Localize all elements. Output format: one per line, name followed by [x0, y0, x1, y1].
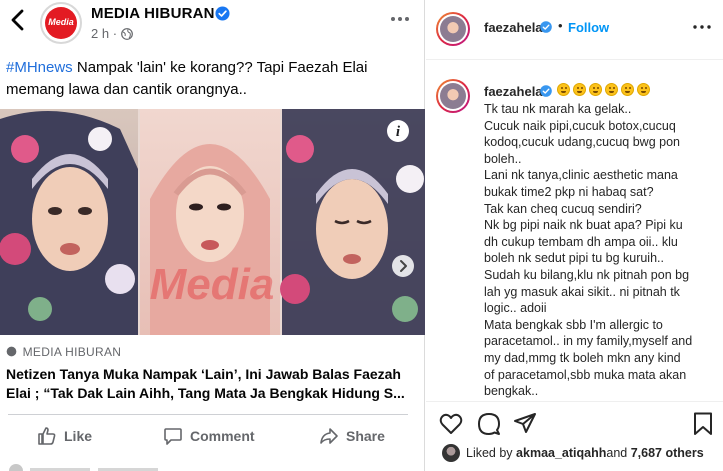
link-source-label: MEDIA HIBURAN: [22, 345, 122, 359]
globe-icon: [121, 28, 133, 40]
likes-count[interactable]: 7,687 others: [631, 446, 704, 460]
caption-line: Tak kan cheq cucuq sendiri?: [484, 201, 642, 216]
post-time[interactable]: 2 h ·: [91, 26, 117, 41]
laughing-emoji-icon: [589, 83, 602, 96]
link-preview-image[interactable]: Media: [0, 109, 425, 335]
caption-line: Sudah ku bilang,klu nk pitnah pon bg: [484, 267, 690, 282]
preview-photo-collage: Media: [0, 109, 425, 335]
bookmark-icon[interactable]: [690, 411, 716, 437]
laughing-emoji-icon: [573, 83, 586, 96]
time-value: 2 h: [91, 26, 110, 41]
like-label: Like: [64, 428, 93, 444]
like-button[interactable]: Like: [37, 424, 92, 448]
verified-badge-icon: [540, 21, 552, 33]
verified-badge-icon: [215, 6, 230, 21]
liked-by-middle: and: [606, 446, 628, 460]
instagram-post-panel: faezahelai • Follow faezahelai Tk tau nk…: [426, 0, 723, 471]
caption-line: Tk tau nk marah ka gelak..: [484, 102, 632, 116]
page-avatar[interactable]: Media: [40, 2, 82, 44]
verified-badge-icon: [540, 85, 552, 97]
caption-line: Cucuk naik pipi,cucuk botox,cucuq: [484, 118, 676, 133]
user-avatar[interactable]: [436, 12, 470, 46]
separator-dot: •: [558, 18, 563, 33]
liked-by-line: Liked by akmaa_atiqahh and 7,687 others: [442, 444, 704, 462]
back-arrow-icon[interactable]: [8, 8, 28, 32]
liker-avatar[interactable]: [442, 444, 460, 462]
hashtag-link[interactable]: #MHnews: [6, 59, 73, 76]
liked-by-prefix: Liked by: [466, 446, 513, 460]
share-button[interactable]: Share: [319, 424, 385, 448]
media-logo-icon: Media: [45, 7, 77, 39]
laughing-emoji-icon: [557, 83, 570, 96]
username-link[interactable]: faezahelai: [484, 20, 546, 35]
caption-username[interactable]: faezahelai: [484, 84, 546, 99]
caption-line: boleh..: [484, 151, 522, 166]
caption-line: kodoq,cucuk udang,cucuq bwg pon: [484, 135, 680, 150]
facebook-post-panel: Media MEDIA HIBURAN 2 h · #MHnews Nampak…: [0, 0, 425, 471]
post-caption: #MHnews Nampak 'lain' ke korang?? Tapi F…: [6, 57, 416, 101]
page-name[interactable]: MEDIA HIBURAN: [91, 5, 215, 22]
post-header: Media MEDIA HIBURAN 2 h ·: [0, 0, 425, 46]
comment-preview-peek: [9, 464, 158, 471]
share-arrow-icon: [320, 428, 338, 444]
caption-line: my dad,mmg tk boleh mkn any kind: [484, 350, 681, 365]
more-options-icon[interactable]: [389, 12, 411, 26]
caption-line: bengkak..: [484, 384, 539, 399]
time-separator: ·: [112, 26, 118, 41]
caption-line: of paracetamol,sbb muka mata akan: [484, 367, 687, 382]
caption-line: paracetamol.. in my family,myself and: [484, 334, 693, 349]
divider: [8, 414, 408, 415]
caption-scroll-area[interactable]: faezahelai Tk tau nk marah ka gelak.. Cuc…: [426, 61, 723, 401]
caption-line: lah yg masuk akai sikit.. ni pitnah tk: [484, 284, 680, 299]
share-label: Share: [346, 428, 385, 444]
laughing-emoji-icon: [637, 83, 650, 96]
liker-username[interactable]: akmaa_atiqahh: [516, 446, 606, 460]
heart-icon[interactable]: [438, 411, 464, 437]
follow-button[interactable]: Follow: [568, 20, 609, 35]
globe-icon: [6, 346, 17, 357]
caption-line: Mata bengkak sbb I'm allergic to: [484, 317, 663, 332]
comment-label: Comment: [190, 428, 255, 444]
caption-line: dh cukup tembam dh ampa oii.. klu: [484, 234, 678, 249]
laughing-emoji-icon: [621, 83, 634, 96]
caption-line: bukak time2 pkp ni habaq sat?: [484, 184, 654, 199]
link-source: MEDIA HIBURAN: [6, 345, 121, 359]
ig-post-header: faezahelai • Follow: [426, 0, 723, 60]
caption-line: Nk bg pipi naik nk buat apa? Pipi ku: [484, 218, 683, 233]
send-icon[interactable]: [512, 411, 538, 437]
ig-action-bar: [426, 401, 723, 443]
more-options-icon[interactable]: [692, 24, 712, 30]
chevron-right-icon[interactable]: [391, 254, 415, 278]
comment-icon[interactable]: [476, 411, 502, 437]
thumbs-up-icon: [38, 427, 56, 445]
logo-text: Media: [48, 17, 74, 27]
info-icon[interactable]: i: [386, 119, 410, 143]
caption-text: Tk tau nk marah ka gelak.. Cucuk naik pip…: [484, 101, 720, 401]
comment-bubble-icon: [164, 428, 182, 445]
image-watermark: Media: [150, 260, 275, 309]
laughing-emoji-row: [557, 83, 650, 96]
caption-line: logic.. adoii: [484, 301, 547, 316]
link-title[interactable]: Netizen Tanya Muka Nampak ‘Lain’, Ini Ja…: [6, 365, 416, 403]
laughing-emoji-icon: [605, 83, 618, 96]
caption-line: Lani nk tanya,clinic aesthetic mana: [484, 168, 678, 183]
comment-button[interactable]: Comment: [163, 424, 255, 448]
caption-line: boleh nk sedut pipi tu bg kuruih..: [484, 251, 664, 266]
caption-avatar[interactable]: [436, 79, 470, 113]
